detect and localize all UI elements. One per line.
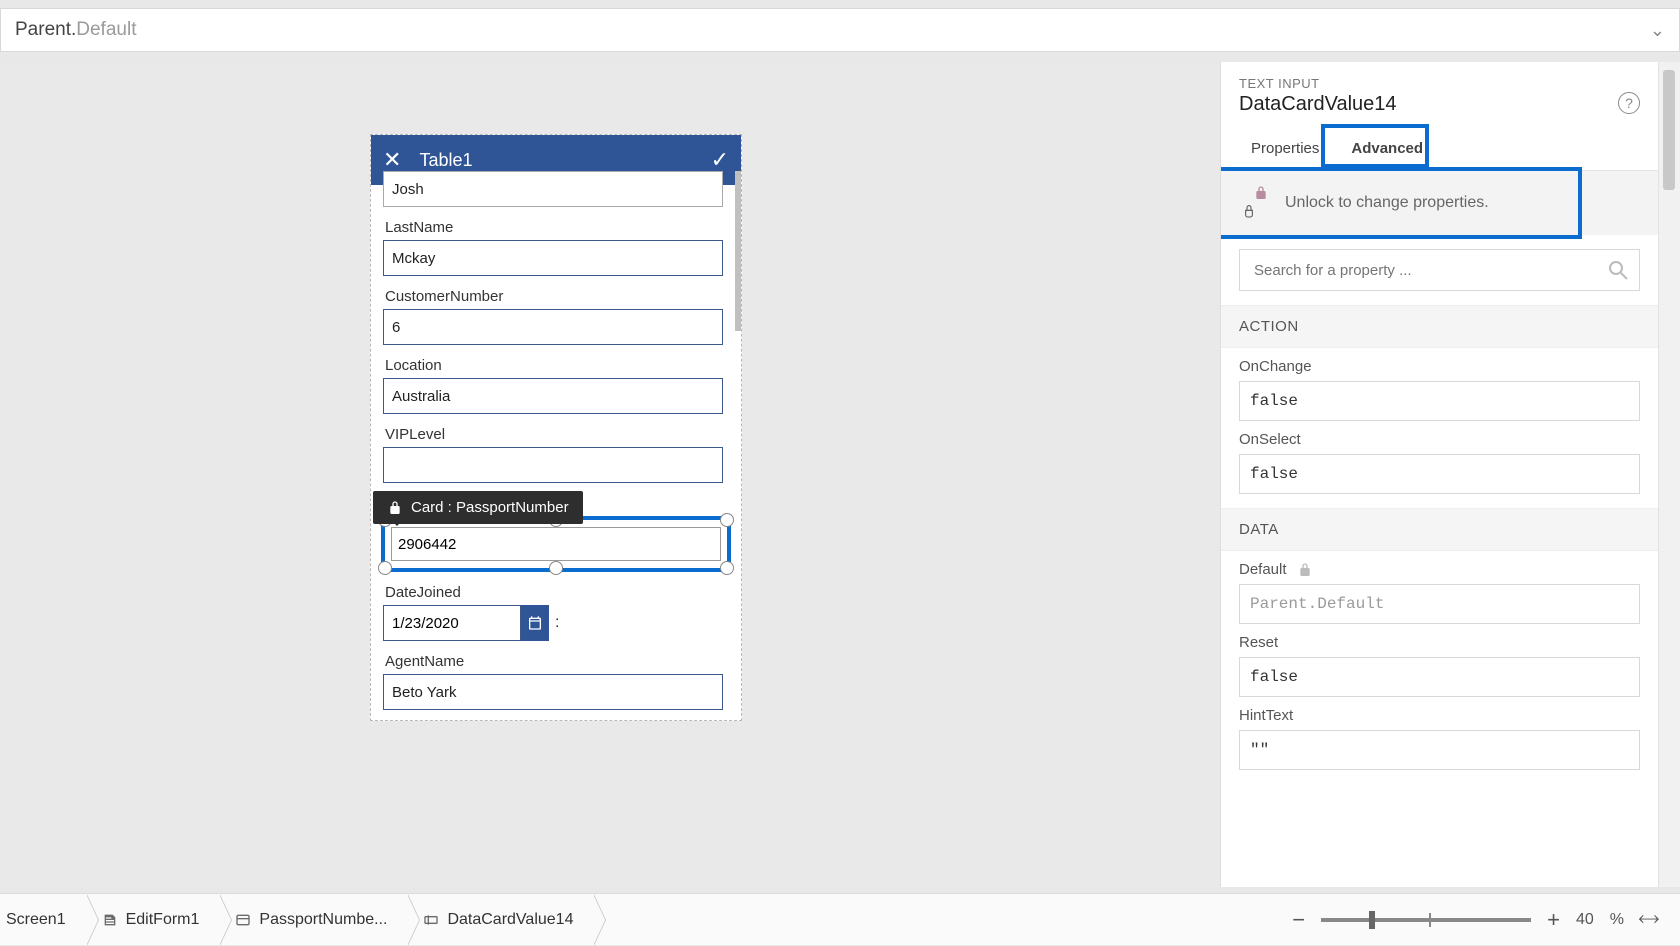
prop-hinttext: HintText "" — [1221, 697, 1658, 770]
resize-handle[interactable] — [720, 561, 734, 575]
datejoined-input[interactable]: 1/23/2020 — [383, 605, 521, 641]
onchange-value[interactable]: false — [1239, 381, 1640, 421]
agentname-label: AgentName — [385, 653, 727, 670]
calendar-icon[interactable] — [521, 605, 549, 641]
search-icon — [1606, 258, 1630, 282]
resize-handle[interactable] — [720, 513, 734, 527]
location-label: Location — [385, 357, 727, 374]
card-tooltip: Card : PassportNumber — [373, 491, 583, 524]
unlock-icon — [1241, 189, 1267, 217]
prop-default: Default Parent.Default — [1221, 551, 1658, 624]
resize-handle[interactable] — [378, 561, 392, 575]
zoom-unit: % — [1610, 911, 1624, 929]
chevron-down-icon[interactable]: ⌄ — [1650, 20, 1665, 41]
location-input[interactable]: Australia — [383, 378, 723, 414]
search-input[interactable] — [1239, 249, 1640, 291]
canvas[interactable]: ✕ Table1 ✓ Josh LastName Mckay CustomerN… — [0, 62, 1220, 887]
formula-suffix: Default — [76, 19, 136, 41]
selected-control[interactable]: 2906442 — [381, 516, 731, 572]
close-icon[interactable]: ✕ — [383, 147, 401, 173]
formula-bar[interactable]: Parent.Default ⌄ — [0, 8, 1680, 52]
prop-reset: Reset false — [1221, 624, 1658, 697]
cursor-icon — [1241, 203, 1257, 219]
breadcrumb-card[interactable]: PassportNumbe... — [219, 894, 407, 946]
form-body: Josh LastName Mckay CustomerNumber 6 Loc… — [371, 171, 741, 720]
passportnumber-input[interactable]: 2906442 — [391, 527, 721, 561]
hinttext-label: HintText — [1239, 707, 1640, 724]
prop-onselect: OnSelect false — [1221, 421, 1658, 494]
unlock-text: Unlock to change properties. — [1285, 194, 1489, 212]
reset-value[interactable]: false — [1239, 657, 1640, 697]
default-label: Default — [1239, 561, 1640, 578]
unlock-bar[interactable]: Unlock to change properties. — [1221, 171, 1658, 235]
breadcrumb-control[interactable]: DataCardValue14 — [407, 894, 593, 946]
customernumber-input[interactable]: 6 — [383, 309, 723, 345]
zoom-in-button[interactable]: + — [1547, 907, 1560, 933]
breadcrumb-screen[interactable]: Screen1 — [0, 894, 86, 946]
onselect-label: OnSelect — [1239, 431, 1640, 448]
form-icon — [102, 912, 118, 928]
properties-panel: TEXT INPUT DataCardValue14 ? Properties … — [1220, 62, 1680, 887]
lastname-input[interactable]: Mckay — [383, 240, 723, 276]
customernumber-label: CustomerNumber — [385, 288, 727, 305]
form-title: Table1 — [419, 150, 710, 171]
textinput-icon — [423, 912, 439, 928]
prop-onchange: OnChange false — [1221, 348, 1658, 421]
property-search[interactable] — [1239, 249, 1640, 291]
lock-icon — [1297, 562, 1313, 578]
onchange-label: OnChange — [1239, 358, 1640, 375]
section-data: DATA — [1221, 508, 1658, 551]
default-value[interactable]: Parent.Default — [1239, 584, 1640, 624]
formula-prefix: Parent. — [15, 19, 76, 41]
submit-icon[interactable]: ✓ — [711, 147, 729, 173]
reset-label: Reset — [1239, 634, 1640, 651]
help-icon[interactable]: ? — [1618, 92, 1640, 114]
section-action: ACTION — [1221, 305, 1658, 348]
time-separator: : — [555, 614, 559, 632]
viplevel-label: VIPLevel — [385, 426, 727, 443]
panel-scrollbar[interactable] — [1658, 62, 1680, 887]
bottombar: Screen1 EditForm1 PassportNumbe... DataC… — [0, 893, 1680, 945]
zoom-controls: − + 40 % ⤢ — [1292, 907, 1680, 933]
fit-icon[interactable]: ⤢ — [1634, 906, 1662, 934]
hinttext-value[interactable]: "" — [1239, 730, 1640, 770]
breadcrumb-form[interactable]: EditForm1 — [86, 894, 220, 946]
control-type-label: TEXT INPUT — [1239, 76, 1658, 91]
control-name: DataCardValue14 — [1239, 93, 1658, 116]
zoom-thumb[interactable] — [1369, 911, 1375, 929]
resize-handle[interactable] — [549, 561, 563, 575]
phone-preview: ✕ Table1 ✓ Josh LastName Mckay CustomerN… — [370, 134, 742, 721]
lock-icon — [387, 500, 403, 516]
zoom-out-button[interactable]: − — [1292, 907, 1305, 933]
onselect-value[interactable]: false — [1239, 454, 1640, 494]
scrollbar-thumb[interactable] — [1663, 70, 1675, 190]
firstname-input[interactable]: Josh — [383, 171, 723, 207]
zoom-percent: 40 — [1576, 911, 1594, 929]
lastname-label: LastName — [385, 219, 727, 236]
datejoined-row: 1/23/2020 : — [383, 605, 731, 641]
panel-tabs: Properties Advanced — [1221, 130, 1658, 171]
datejoined-label: DateJoined — [385, 584, 727, 601]
highlight-box — [1321, 124, 1429, 168]
zoom-slider[interactable] — [1321, 918, 1531, 922]
card-icon — [235, 912, 251, 928]
agentname-input[interactable]: Beto Yark — [383, 674, 723, 710]
viplevel-input[interactable] — [383, 447, 723, 483]
